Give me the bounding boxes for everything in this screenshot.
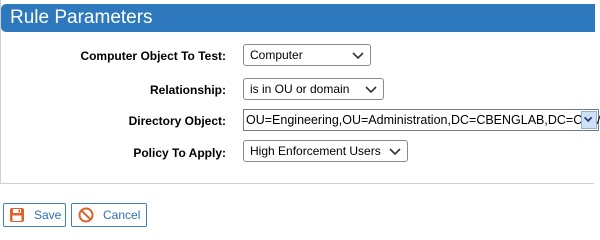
computer-object-select[interactable]: Computer (243, 44, 371, 66)
policy-value: High Enforcement Users (250, 144, 381, 158)
chevron-down-icon (365, 86, 377, 94)
directory-object-value: OU=Engineering,OU=Administration,DC=CBEN… (246, 113, 600, 127)
directory-dropdown-button[interactable] (581, 111, 597, 129)
directory-object-label: Directory Object: (128, 114, 226, 128)
no-entry-icon (78, 207, 94, 223)
directory-object-select[interactable]: OU=Engineering,OU=Administration,DC=CBEN… (243, 109, 600, 131)
relationship-label: Relationship: (149, 83, 226, 97)
chevron-down-icon (352, 52, 364, 60)
save-label: Save (34, 208, 62, 222)
policy-label: Policy To Apply: (133, 146, 226, 160)
computer-object-label: Computer Object To Test: (80, 49, 226, 63)
rule-parameters-panel: Rule Parameters Computer Object To Test:… (0, 0, 600, 184)
floppy-disk-icon (10, 208, 24, 222)
panel-header: Rule Parameters (1, 4, 595, 32)
relationship-value: is in OU or domain (250, 82, 350, 96)
chevron-down-icon (389, 148, 401, 156)
cancel-label: Cancel (103, 208, 141, 222)
cancel-button[interactable]: Cancel (71, 203, 147, 227)
panel-title: Rule Parameters (10, 7, 153, 28)
chevron-down-icon (584, 116, 593, 123)
save-button[interactable]: Save (3, 203, 66, 227)
relationship-select[interactable]: is in OU or domain (243, 78, 384, 100)
computer-object-value: Computer (250, 48, 303, 62)
policy-select[interactable]: High Enforcement Users (243, 140, 408, 162)
